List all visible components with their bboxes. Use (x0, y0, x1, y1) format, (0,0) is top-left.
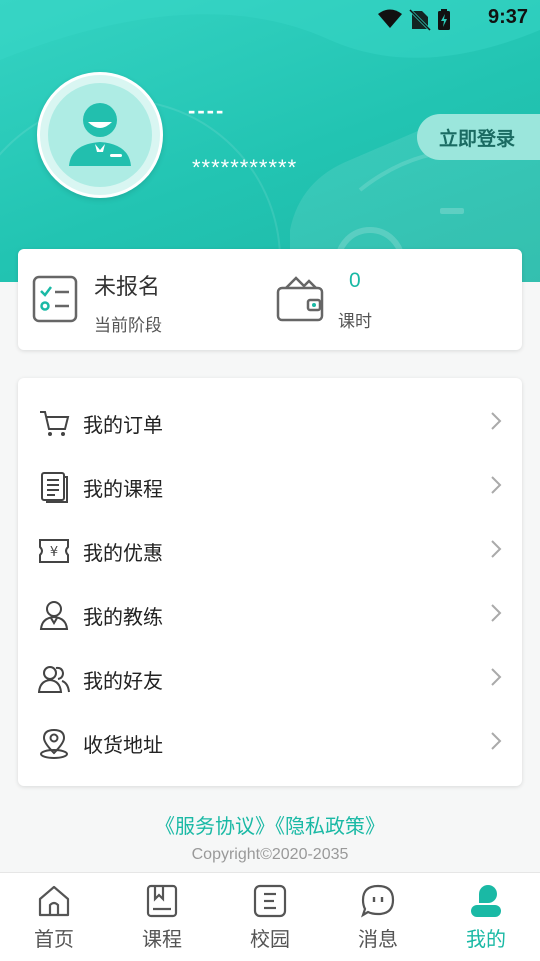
profile-icon (468, 883, 504, 919)
menu-item-coupons[interactable]: ¥ 我的优惠 (18, 519, 522, 583)
coach-icon (38, 599, 70, 631)
nav-label: 消息 (358, 927, 398, 951)
status-bar: 9:37 (0, 0, 540, 36)
home-icon (36, 883, 72, 919)
menu-item-friends[interactable]: 我的好友 (18, 647, 522, 711)
document-icon (38, 471, 70, 503)
privacy-policy-link[interactable]: 《隐私政策》 (275, 814, 385, 838)
nav-label: 我的 (466, 927, 506, 951)
agreement-links: 《服务协议》《隐私政策》 (0, 810, 540, 839)
message-icon (360, 883, 396, 919)
nav-tab-campus[interactable]: 校园 (216, 873, 324, 961)
book-icon (144, 883, 180, 919)
menu-label: 我的好友 (83, 668, 163, 693)
menu-label: 我的订单 (83, 412, 163, 437)
menu-label: 收货地址 (83, 732, 163, 757)
hours-value: 0 (349, 269, 361, 292)
bottom-navigation: 首页 课程 校园 消息 我的 (0, 872, 540, 961)
hours-label: 课时 (338, 312, 372, 332)
wifi-icon (378, 9, 402, 28)
location-icon (38, 727, 70, 759)
profile-header: 9:37 ---- *********** 立即登录 (0, 0, 540, 282)
stage-value: 未报名 (94, 275, 161, 300)
chevron-right-icon (490, 539, 502, 563)
chevron-right-icon (490, 731, 502, 755)
coupon-icon: ¥ (38, 535, 70, 567)
checklist-icon (32, 275, 78, 327)
no-sim-icon (408, 8, 432, 32)
user-name: ---- (188, 98, 226, 123)
friends-icon (38, 663, 70, 695)
user-avatar-icon (69, 103, 131, 166)
nav-tab-messages[interactable]: 消息 (324, 873, 432, 961)
battery-charging-icon (438, 9, 450, 30)
nav-label: 课程 (142, 927, 182, 951)
user-phone: *********** (192, 155, 298, 180)
nav-label: 首页 (34, 927, 74, 951)
login-button[interactable]: 立即登录 (417, 114, 540, 160)
chevron-right-icon (490, 603, 502, 627)
nav-label: 校园 (250, 927, 290, 951)
menu-item-orders[interactable]: 我的订单 (18, 391, 522, 455)
chevron-right-icon (490, 667, 502, 691)
svg-text:¥: ¥ (50, 545, 58, 560)
menu-item-address[interactable]: 收货地址 (18, 711, 522, 775)
chevron-right-icon (490, 475, 502, 499)
campus-icon (252, 883, 288, 919)
avatar[interactable] (37, 72, 163, 198)
avatar-image (48, 83, 152, 187)
wallet-icon (276, 274, 324, 328)
stage-label: 当前阶段 (94, 316, 162, 336)
menu-card: 我的订单 我的课程 ¥ 我的优惠 我的教练 我的好友 收货地址 (18, 378, 522, 786)
status-icons (376, 8, 472, 36)
service-agreement-link[interactable]: 《服务协议》 (155, 814, 275, 838)
menu-item-coach[interactable]: 我的教练 (18, 583, 522, 647)
stats-card: 未报名 当前阶段 0 课时 (18, 249, 522, 350)
chevron-right-icon (490, 411, 502, 435)
menu-label: 我的优惠 (83, 540, 163, 565)
menu-label: 我的课程 (83, 476, 163, 501)
cart-icon (38, 407, 70, 439)
status-time: 9:37 (487, 6, 528, 28)
menu-item-courses[interactable]: 我的课程 (18, 455, 522, 519)
nav-tab-home[interactable]: 首页 (0, 873, 108, 961)
nav-tab-profile[interactable]: 我的 (432, 873, 540, 961)
nav-tab-courses[interactable]: 课程 (108, 873, 216, 961)
copyright-text: Copyright©2020-2035 (191, 846, 349, 863)
menu-label: 我的教练 (83, 604, 163, 629)
